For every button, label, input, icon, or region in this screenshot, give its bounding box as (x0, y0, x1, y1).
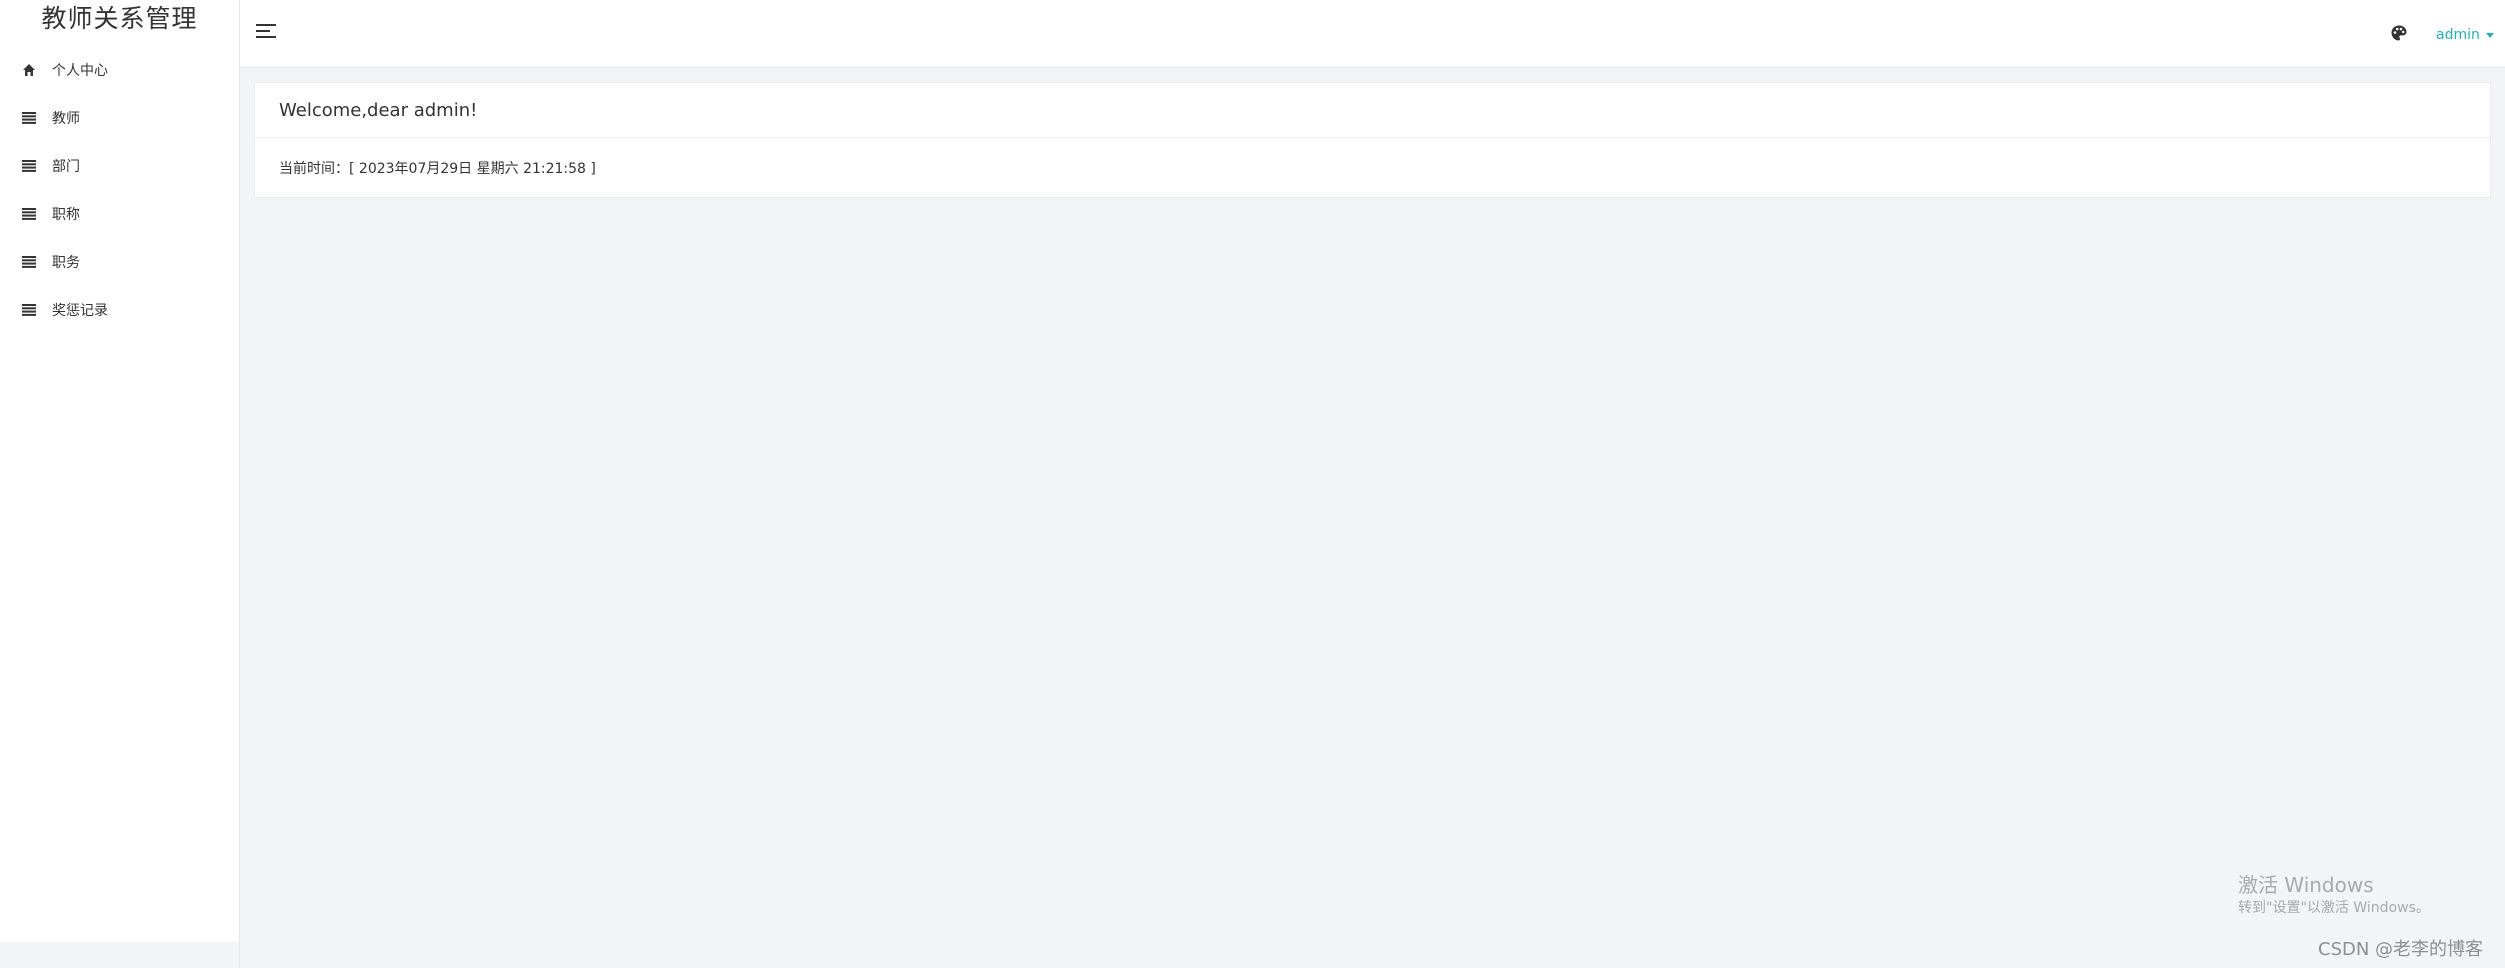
list-icon (20, 109, 38, 127)
csdn-watermark: CSDN @老李的博客 (2318, 939, 2484, 960)
top-header: admin (240, 0, 2505, 68)
activation-title: 激活 Windows (2238, 873, 2374, 897)
sidebar-item-label: 职称 (52, 207, 80, 223)
windows-activation-watermark: 激活 Windows 转到"设置"以激活 Windows。 (2238, 872, 2430, 918)
sidebar-item-rewards[interactable]: 奖惩记录 (0, 286, 239, 334)
sidebar: 教师关系管理 个人中心 教师 部门 职称 职务 奖惩记录 (0, 0, 240, 942)
app-root: 教师关系管理 个人中心 教师 部门 职称 职务 奖惩记录 admin Welco… (0, 0, 2505, 968)
activation-subtitle: 转到"设置"以激活 Windows。 (2238, 900, 2430, 916)
username-label: admin (2436, 27, 2480, 43)
list-icon (20, 157, 38, 175)
welcome-card: Welcome,dear admin! 当前时间：[ 2023年07月29日 星… (254, 82, 2491, 198)
sidebar-item-teachers[interactable]: 教师 (0, 94, 239, 142)
user-dropdown[interactable]: admin (2436, 25, 2494, 45)
current-time: 当前时间：[ 2023年07月29日 星期六 21:21:58 ] (279, 161, 596, 177)
sidebar-item-label: 奖惩记录 (52, 303, 108, 319)
sidebar-item-positions[interactable]: 职务 (0, 238, 239, 286)
home-icon (20, 61, 38, 79)
sidebar-item-departments[interactable]: 部门 (0, 142, 239, 190)
sidebar-footer (0, 942, 240, 968)
app-title: 教师关系管理 (41, 4, 198, 33)
main-content: Welcome,dear admin! 当前时间：[ 2023年07月29日 星… (240, 68, 2505, 968)
hamburger-icon[interactable] (256, 24, 278, 44)
sidebar-item-label: 个人中心 (52, 63, 108, 79)
caret-down-icon (2485, 32, 2494, 38)
sidebar-item-label: 部门 (52, 159, 80, 175)
sidebar-item-label: 职务 (52, 255, 80, 271)
sidebar-item-titles[interactable]: 职称 (0, 190, 239, 238)
welcome-title: Welcome,dear admin! (255, 83, 2490, 138)
sidebar-item-label: 教师 (52, 111, 80, 127)
palette-icon[interactable] (2390, 24, 2408, 42)
list-icon (20, 205, 38, 223)
sidebar-item-personal-center[interactable]: 个人中心 (0, 46, 239, 94)
list-icon (20, 301, 38, 319)
sidebar-menu: 个人中心 教师 部门 职称 职务 奖惩记录 (0, 46, 239, 334)
list-icon (20, 253, 38, 271)
